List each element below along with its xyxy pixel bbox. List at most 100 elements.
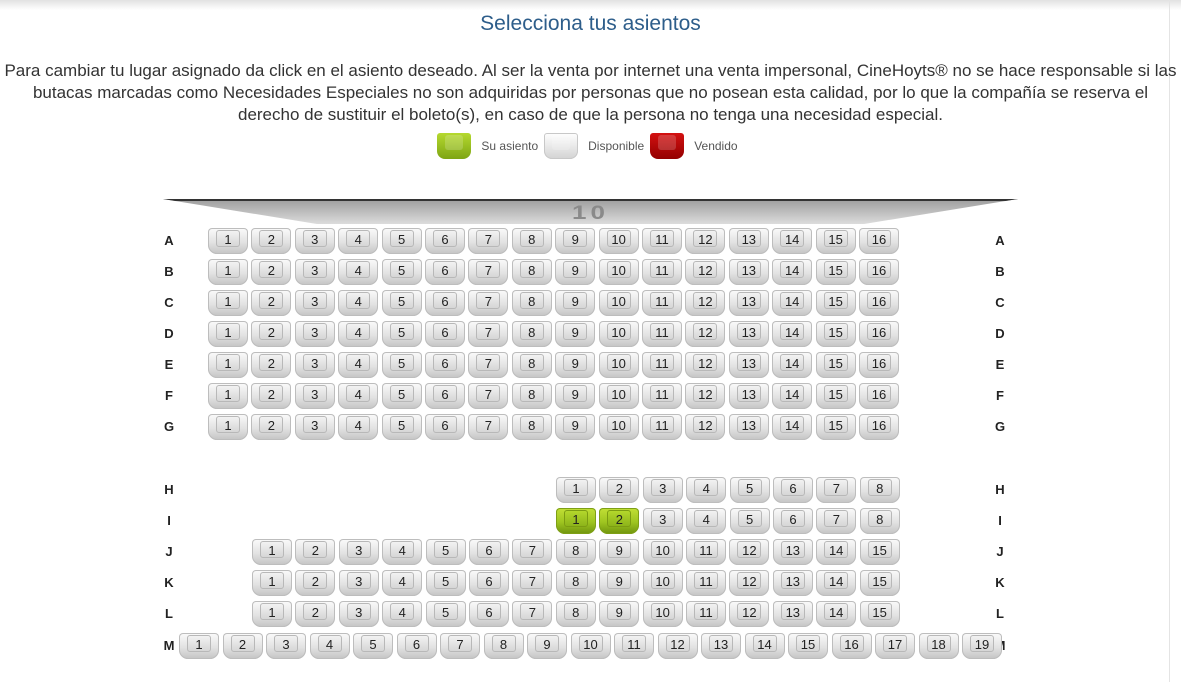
seat-i5[interactable]: 5 bbox=[729, 508, 770, 534]
seat-b1[interactable]: 1 bbox=[208, 259, 248, 285]
seat-g6[interactable]: 6 bbox=[425, 414, 465, 440]
seat-b16[interactable]: 16 bbox=[859, 259, 899, 285]
seat-f5[interactable]: 5 bbox=[381, 383, 422, 409]
seat-b6[interactable]: 6 bbox=[425, 259, 465, 285]
seat-a14[interactable]: 14 bbox=[772, 228, 813, 254]
seat-d4[interactable]: 4 bbox=[338, 321, 379, 347]
seat-g5[interactable]: 5 bbox=[381, 414, 422, 440]
seat-m8[interactable]: 8 bbox=[483, 633, 524, 659]
seat-i1[interactable]: 1 bbox=[556, 508, 596, 534]
seat-j13[interactable]: 13 bbox=[772, 539, 813, 565]
seat-b10[interactable]: 10 bbox=[598, 259, 639, 285]
seat-d8[interactable]: 8 bbox=[511, 321, 552, 347]
seat-m14[interactable]: 14 bbox=[744, 633, 785, 659]
seat-f3[interactable]: 3 bbox=[294, 383, 335, 409]
seat-i7[interactable]: 7 bbox=[816, 508, 857, 534]
seat-b12[interactable]: 12 bbox=[685, 259, 726, 285]
seat-c12[interactable]: 12 bbox=[685, 290, 726, 316]
seat-c4[interactable]: 4 bbox=[338, 290, 379, 316]
seat-i4[interactable]: 4 bbox=[686, 508, 727, 534]
seat-a8[interactable]: 8 bbox=[511, 228, 552, 254]
seat-m15[interactable]: 15 bbox=[788, 633, 828, 659]
seat-k11[interactable]: 11 bbox=[686, 570, 726, 596]
seat-m3[interactable]: 3 bbox=[266, 633, 306, 659]
seat-b11[interactable]: 11 bbox=[642, 259, 682, 285]
seat-a15[interactable]: 15 bbox=[815, 228, 856, 254]
seat-j3[interactable]: 3 bbox=[338, 539, 379, 565]
seat-j10[interactable]: 10 bbox=[642, 539, 683, 565]
seat-h2[interactable]: 2 bbox=[599, 477, 640, 503]
seat-b2[interactable]: 2 bbox=[251, 259, 292, 285]
seat-k1[interactable]: 1 bbox=[252, 570, 292, 596]
seat-d5[interactable]: 5 bbox=[381, 321, 422, 347]
seat-d16[interactable]: 16 bbox=[859, 321, 899, 347]
seat-c14[interactable]: 14 bbox=[772, 290, 813, 316]
seat-k10[interactable]: 10 bbox=[642, 570, 683, 596]
seat-g13[interactable]: 13 bbox=[728, 414, 769, 440]
seat-f15[interactable]: 15 bbox=[815, 383, 856, 409]
seat-e8[interactable]: 8 bbox=[511, 352, 552, 378]
seat-f16[interactable]: 16 bbox=[859, 383, 899, 409]
seat-j9[interactable]: 9 bbox=[599, 539, 640, 565]
seat-i3[interactable]: 3 bbox=[642, 508, 683, 534]
seat-e3[interactable]: 3 bbox=[294, 352, 335, 378]
seat-k14[interactable]: 14 bbox=[816, 570, 857, 596]
seat-f14[interactable]: 14 bbox=[772, 383, 813, 409]
seat-c11[interactable]: 11 bbox=[642, 290, 682, 316]
seat-m6[interactable]: 6 bbox=[396, 633, 437, 659]
seat-h6[interactable]: 6 bbox=[773, 477, 813, 503]
seat-e10[interactable]: 10 bbox=[598, 352, 639, 378]
seat-j8[interactable]: 8 bbox=[555, 539, 596, 565]
seat-d6[interactable]: 6 bbox=[425, 321, 465, 347]
seat-d13[interactable]: 13 bbox=[728, 321, 769, 347]
seat-h1[interactable]: 1 bbox=[556, 477, 596, 503]
seat-e9[interactable]: 9 bbox=[555, 352, 596, 378]
seat-c5[interactable]: 5 bbox=[381, 290, 422, 316]
seat-m16[interactable]: 16 bbox=[831, 633, 872, 659]
seat-m10[interactable]: 10 bbox=[570, 633, 611, 659]
seat-j12[interactable]: 12 bbox=[729, 539, 770, 565]
seat-b13[interactable]: 13 bbox=[728, 259, 769, 285]
seat-g1[interactable]: 1 bbox=[208, 414, 248, 440]
seat-e15[interactable]: 15 bbox=[815, 352, 856, 378]
seat-h3[interactable]: 3 bbox=[642, 477, 683, 503]
seat-g8[interactable]: 8 bbox=[511, 414, 552, 440]
seat-a3[interactable]: 3 bbox=[294, 228, 335, 254]
seat-l8[interactable]: 8 bbox=[555, 601, 596, 627]
seat-e2[interactable]: 2 bbox=[251, 352, 292, 378]
seat-k6[interactable]: 6 bbox=[469, 570, 509, 596]
seat-l6[interactable]: 6 bbox=[469, 601, 509, 627]
seat-a13[interactable]: 13 bbox=[728, 228, 769, 254]
seat-f9[interactable]: 9 bbox=[555, 383, 596, 409]
seat-g2[interactable]: 2 bbox=[251, 414, 292, 440]
seat-k15[interactable]: 15 bbox=[859, 570, 900, 596]
seat-e1[interactable]: 1 bbox=[208, 352, 248, 378]
seat-h7[interactable]: 7 bbox=[816, 477, 857, 503]
seat-g3[interactable]: 3 bbox=[294, 414, 335, 440]
seat-k9[interactable]: 9 bbox=[599, 570, 640, 596]
seat-j14[interactable]: 14 bbox=[816, 539, 857, 565]
seat-l14[interactable]: 14 bbox=[816, 601, 857, 627]
seat-c7[interactable]: 7 bbox=[468, 290, 509, 316]
seat-f11[interactable]: 11 bbox=[642, 383, 682, 409]
seat-d11[interactable]: 11 bbox=[642, 321, 682, 347]
seat-a2[interactable]: 2 bbox=[251, 228, 292, 254]
seat-m18[interactable]: 18 bbox=[918, 633, 959, 659]
seat-m4[interactable]: 4 bbox=[309, 633, 350, 659]
seat-l4[interactable]: 4 bbox=[382, 601, 423, 627]
seat-e6[interactable]: 6 bbox=[425, 352, 465, 378]
seat-e16[interactable]: 16 bbox=[859, 352, 899, 378]
seat-g4[interactable]: 4 bbox=[338, 414, 379, 440]
seat-m5[interactable]: 5 bbox=[353, 633, 393, 659]
seat-a11[interactable]: 11 bbox=[642, 228, 682, 254]
seat-b4[interactable]: 4 bbox=[338, 259, 379, 285]
seat-j4[interactable]: 4 bbox=[382, 539, 423, 565]
seat-b9[interactable]: 9 bbox=[555, 259, 596, 285]
seat-a10[interactable]: 10 bbox=[598, 228, 639, 254]
seat-k4[interactable]: 4 bbox=[382, 570, 423, 596]
seat-c15[interactable]: 15 bbox=[815, 290, 856, 316]
seat-e12[interactable]: 12 bbox=[685, 352, 726, 378]
seat-f6[interactable]: 6 bbox=[425, 383, 465, 409]
seat-c1[interactable]: 1 bbox=[208, 290, 248, 316]
seat-k7[interactable]: 7 bbox=[512, 570, 553, 596]
